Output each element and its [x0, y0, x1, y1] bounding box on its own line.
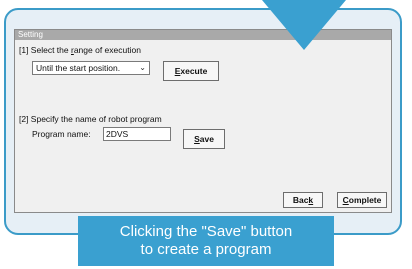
complete-label: omplete [348, 195, 382, 205]
dropdown-selected-value: Until the start position. [36, 63, 121, 73]
execute-label: xecute [180, 66, 208, 76]
save-label: ave [199, 134, 214, 144]
back-label: Bac [292, 195, 309, 205]
back-hotkey: k [308, 195, 314, 205]
down-arrow-pointer-icon [262, 0, 346, 50]
execute-button[interactable]: Execute [163, 61, 219, 81]
program-name-label: Program name: [32, 129, 91, 139]
caption-line-2: to create a program [140, 241, 272, 258]
program-section-label: [2] Specify the name of robot program [19, 114, 162, 124]
back-button[interactable]: Bac k [283, 192, 323, 208]
program-name-field[interactable]: 2DVS [103, 127, 171, 141]
caption-line-1: Clicking the "Save" button [119, 223, 293, 240]
chevron-down-icon[interactable]: ⌄ [139, 62, 146, 74]
range-of-execution-label: [1] Select the range of execution [19, 45, 141, 55]
instruction-caption: Clicking the "Save" button to create a p… [78, 216, 334, 266]
range-label-prefix: [1] Select the [19, 45, 71, 55]
complete-button[interactable]: Complete [337, 192, 387, 208]
setting-dialog: Setting [1] Select the range of executio… [14, 29, 392, 213]
range-of-execution-dropdown[interactable]: Until the start position. ⌄ [32, 61, 150, 75]
save-button[interactable]: Save [183, 129, 225, 149]
range-label-suffix: ange of execution [73, 45, 141, 55]
